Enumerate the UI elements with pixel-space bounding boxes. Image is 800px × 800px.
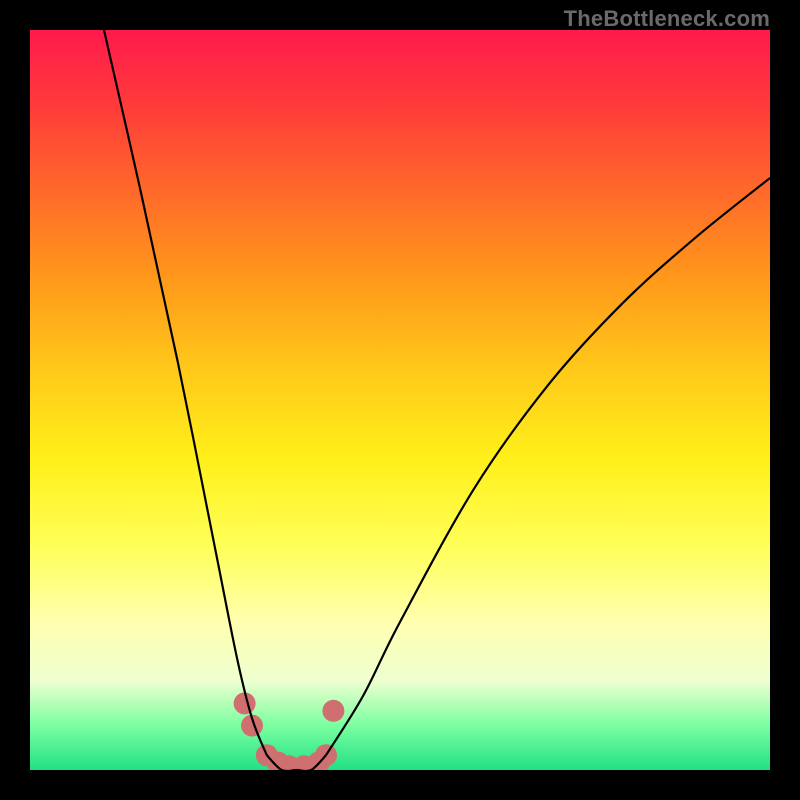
valley-marker [234,692,256,714]
chart-frame: TheBottleneck.com [0,0,800,800]
curve-right-branch [326,178,770,755]
watermark-text: TheBottleneck.com [564,6,770,32]
curve-left-branch [104,30,267,755]
valley-marker [322,700,344,722]
plot-area [30,30,770,770]
chart-svg [30,30,770,770]
valley-markers-group [234,692,345,770]
